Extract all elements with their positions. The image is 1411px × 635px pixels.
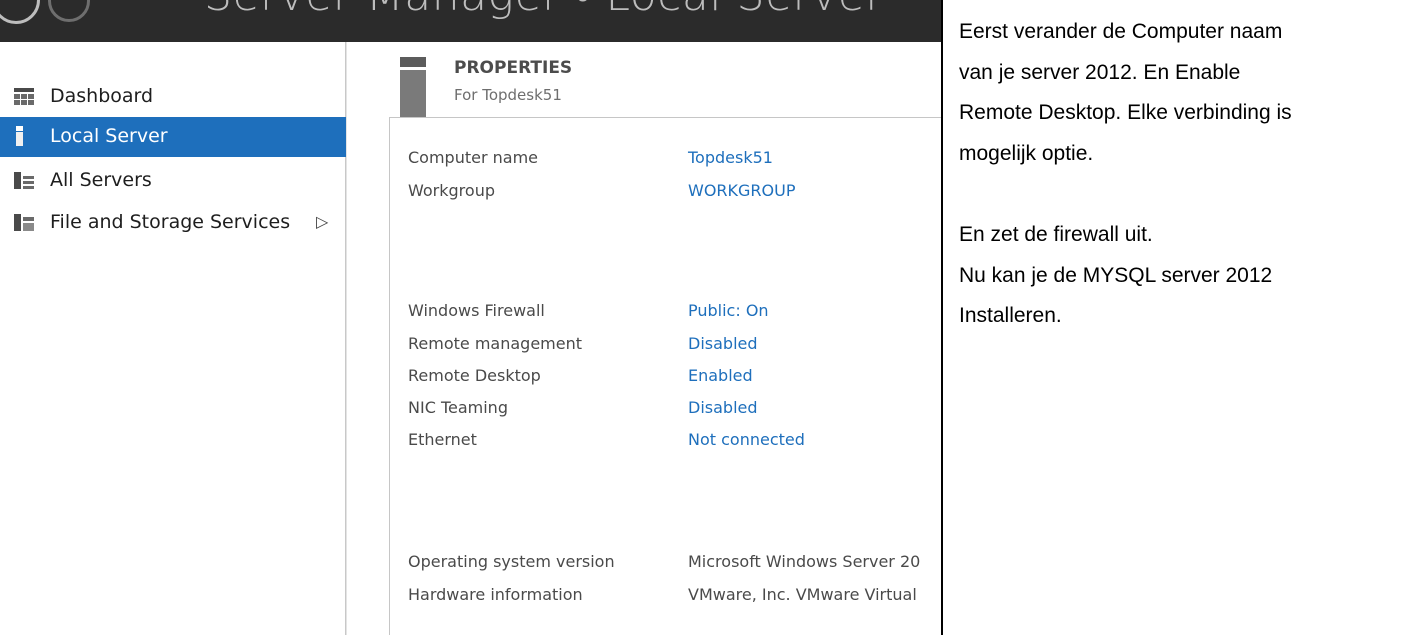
sidebar: Dashboard Local Server All Servers File …: [0, 42, 347, 635]
hardware-info-value: VMware, Inc. VMware Virtual: [688, 585, 917, 604]
local-server-icon: [16, 126, 23, 146]
dashboard-icon: [14, 88, 34, 105]
remote-management-label: Remote management: [408, 334, 582, 353]
sidebar-item-all-servers[interactable]: All Servers: [0, 161, 346, 201]
properties-subheading: For Topdesk51: [454, 86, 562, 104]
file-storage-icon: [14, 214, 34, 231]
note-line: van je server 2012. En Enable: [959, 61, 1241, 84]
windows-firewall-label: Windows Firewall: [408, 301, 545, 320]
nic-teaming-label: NIC Teaming: [408, 398, 508, 417]
remote-management-link[interactable]: Disabled: [688, 334, 758, 353]
note-line: En zet de firewall uit.: [959, 223, 1153, 246]
expand-arrow-icon[interactable]: ▷: [316, 212, 328, 231]
remote-desktop-label: Remote Desktop: [408, 366, 541, 385]
main-panel: PROPERTIES For Topdesk51 Computer name T…: [347, 42, 941, 635]
title-bar: Server Manager • Local Server: [0, 0, 941, 42]
server-manager-screenshot: Server Manager • Local Server Dashboard …: [0, 0, 941, 635]
computer-name-label: Computer name: [408, 148, 538, 167]
back-button[interactable]: [0, 0, 40, 24]
ethernet-link[interactable]: Not connected: [688, 430, 805, 449]
note-line: Eerst verander de Computer naam: [959, 20, 1283, 43]
sidebar-item-label: File and Storage Services: [50, 211, 291, 233]
sidebar-item-local-server[interactable]: Local Server: [0, 117, 346, 157]
properties-heading: PROPERTIES: [454, 58, 573, 78]
ethernet-label: Ethernet: [408, 430, 477, 449]
instruction-note: Eerst verander de Computer naam van je s…: [941, 0, 1411, 635]
note-line: Nu kan je de MYSQL server 2012: [959, 264, 1273, 287]
note-line: mogelijk optie.: [959, 142, 1094, 165]
computer-name-link[interactable]: Topdesk51: [688, 148, 773, 167]
sidebar-item-label: Local Server: [50, 125, 168, 147]
sidebar-item-dashboard[interactable]: Dashboard: [0, 77, 346, 117]
nic-teaming-link[interactable]: Disabled: [688, 398, 758, 417]
all-servers-icon: [14, 172, 34, 189]
workgroup-label: Workgroup: [408, 181, 495, 200]
window-title: Server Manager • Local Server: [204, 0, 884, 21]
note-line: Installeren.: [959, 304, 1062, 327]
remote-desktop-link[interactable]: Enabled: [688, 366, 753, 385]
os-version-value: Microsoft Windows Server 20: [688, 552, 921, 571]
sidebar-item-label: Dashboard: [50, 85, 154, 107]
server-properties-icon: [400, 57, 426, 119]
hardware-info-label: Hardware information: [408, 585, 583, 604]
sidebar-item-file-storage[interactable]: File and Storage Services ▷: [0, 203, 346, 243]
windows-firewall-link[interactable]: Public: On: [688, 301, 769, 320]
forward-button[interactable]: [48, 0, 90, 22]
workgroup-link[interactable]: WORKGROUP: [688, 181, 796, 200]
os-version-label: Operating system version: [408, 552, 615, 571]
sidebar-item-label: All Servers: [50, 169, 152, 191]
note-line: Remote Desktop. Elke verbinding is: [959, 101, 1292, 124]
